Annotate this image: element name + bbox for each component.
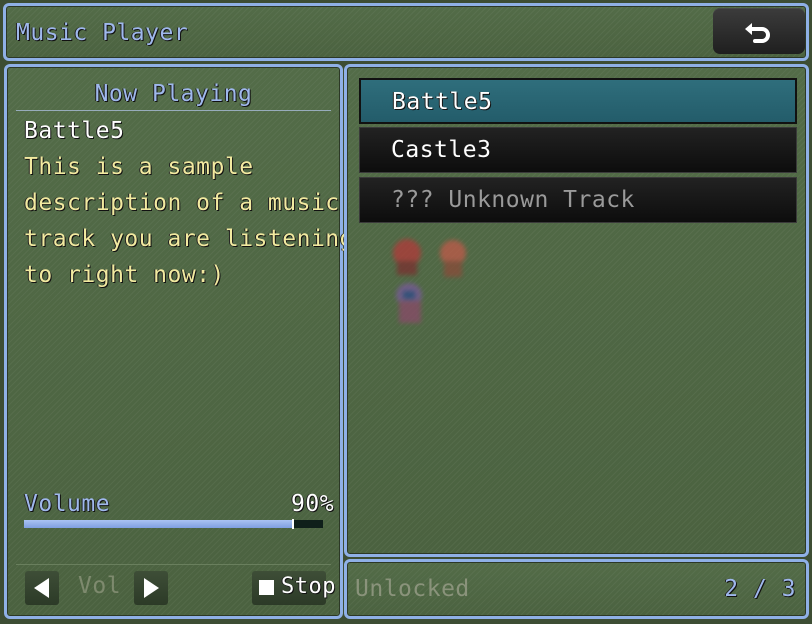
track-item-label: Castle3	[391, 137, 492, 163]
volume-bar-marker	[292, 519, 295, 529]
unlocked-label: Unlocked	[355, 576, 470, 602]
back-button[interactable]	[713, 8, 805, 54]
window-title: Music Player	[16, 20, 189, 46]
track-item-unknown[interactable]: ??? Unknown Track	[359, 177, 797, 223]
volume-down-button[interactable]	[25, 571, 59, 605]
track-description-line: track you are listening	[24, 226, 354, 252]
track-description-line: This is a sample	[24, 154, 254, 180]
volume-bar-fill	[24, 520, 294, 528]
controls-divider	[16, 564, 331, 565]
track-item-battle5[interactable]: Battle5	[359, 78, 797, 124]
character-sprites-image	[393, 239, 466, 323]
volume-percent: 90%	[291, 491, 335, 517]
volume-label: Volume	[24, 491, 111, 517]
now-playing-window: Now Playing Battle5 This is a sample des…	[4, 64, 354, 619]
vol-control-label: Vol	[78, 573, 122, 599]
volume-bar[interactable]	[24, 519, 323, 529]
now-playing-heading: Now Playing	[94, 81, 253, 107]
track-item-castle3[interactable]: Castle3	[359, 127, 797, 173]
heading-divider	[16, 110, 331, 111]
stop-square-icon	[259, 580, 274, 595]
current-track-name: Battle5	[24, 118, 125, 144]
track-item-label: Battle5	[392, 89, 493, 115]
stop-label: Stop	[281, 574, 336, 599]
triangle-right-icon	[144, 578, 159, 598]
volume-up-button[interactable]	[134, 571, 168, 605]
unlock-status-window: Unlocked 2 / 3	[344, 559, 809, 619]
track-list-window: Battle5 Castle3 ??? Unknown Track	[344, 64, 809, 557]
track-description-line: description of a music	[24, 190, 340, 216]
track-description-line: to right now:)	[24, 262, 225, 288]
unlocked-count: 2 / 3	[724, 576, 796, 602]
stop-button[interactable]: Stop	[252, 571, 335, 605]
triangle-left-icon	[34, 578, 49, 598]
track-item-label: ??? Unknown Track	[391, 187, 635, 213]
header-window: Music Player	[3, 3, 809, 61]
return-arrow-icon	[745, 23, 770, 43]
